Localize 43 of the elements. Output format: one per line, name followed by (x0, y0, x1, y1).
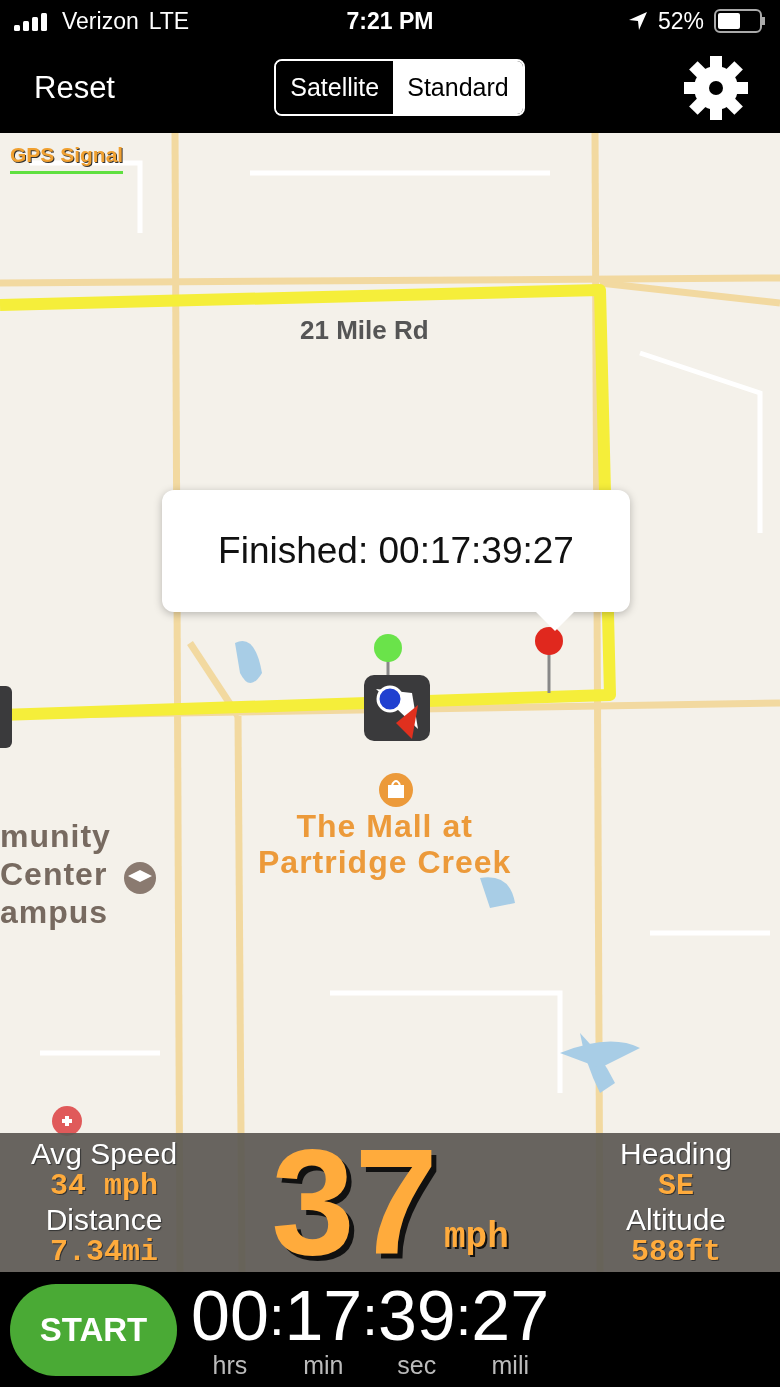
timer-separator: : (268, 1282, 285, 1349)
stat-label: Avg Speed (30, 1136, 178, 1170)
timer-digits: 39 (377, 1280, 456, 1351)
graduation-cap-icon (124, 862, 156, 894)
map-type-segment[interactable]: Standard (393, 61, 523, 114)
gps-signal-label: GPS Signal (10, 143, 124, 174)
stat-value: 34 mph (50, 1169, 158, 1203)
map-label: The Mall at Partridge Creek (258, 808, 512, 881)
timer-digits: 17 (284, 1280, 363, 1351)
timer-unit: sec (397, 1350, 437, 1379)
carrier-name: Verizon (62, 7, 139, 35)
timer-separator: : (455, 1282, 472, 1349)
location-marker-icon (364, 675, 430, 741)
battery-icon (714, 9, 766, 33)
location-arrow-icon (627, 11, 648, 31)
timer-digits: 00 (191, 1280, 269, 1351)
finished-callout: Finished: 00:17:39:27 (162, 490, 630, 612)
timer-separator: : (362, 1282, 378, 1349)
end-pin (535, 627, 563, 693)
stat-label: Distance (45, 1202, 163, 1236)
stat-label: Heading (620, 1136, 732, 1170)
shopping-bag-icon (379, 773, 413, 807)
timer-unit: min (303, 1350, 344, 1379)
map-label: munity Center ampus (0, 818, 111, 932)
map-label: 21 Mile Rd (300, 315, 429, 346)
stat-value: 588ft (630, 1235, 721, 1269)
current-speed: 37 (271, 1135, 438, 1270)
reset-button[interactable]: Reset (34, 69, 115, 106)
timer-unit: hrs (212, 1350, 248, 1379)
lake (480, 877, 515, 908)
timer-digits: 27 (471, 1280, 550, 1351)
stat-value: 7.34mi (50, 1235, 158, 1269)
settings-icon[interactable] (684, 55, 748, 120)
stat-label: Altitude (625, 1202, 726, 1236)
stat-value: SE (657, 1169, 694, 1203)
status-time: 7:21 PM (346, 7, 434, 35)
map-control-tab[interactable] (0, 686, 12, 748)
lake (235, 641, 262, 683)
speed-unit: mph (444, 1217, 509, 1258)
network-type: LTE (148, 7, 190, 35)
callout-pointer (535, 611, 575, 631)
battery-percent: 52% (657, 7, 704, 35)
timer-unit: mili (491, 1350, 529, 1379)
